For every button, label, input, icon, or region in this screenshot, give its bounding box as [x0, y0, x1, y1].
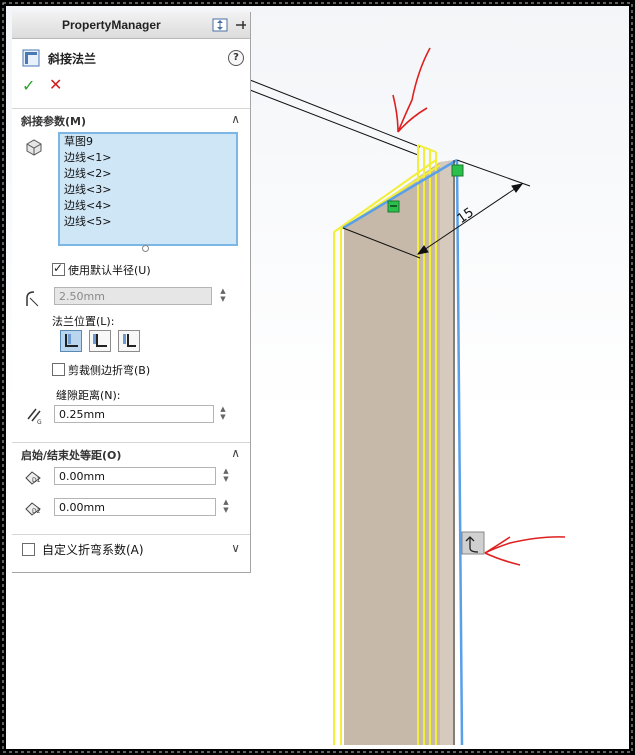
- radius-spinner[interactable]: ▲ ▼: [217, 287, 229, 305]
- gap-distance-spinner[interactable]: ▲ ▼: [217, 405, 229, 423]
- gap-distance-field[interactable]: 0.25mm: [54, 405, 214, 423]
- gap-distance-icon-text: G: [37, 419, 42, 425]
- miter-params-title: 斜接参数(M): [21, 115, 87, 128]
- chevron-down-icon[interactable]: ∨: [231, 541, 240, 555]
- miter-params-header[interactable]: 斜接参数(M) ∧: [12, 108, 250, 131]
- end-offset-icon-text: D2: [32, 508, 41, 515]
- offsets-title: 启始/结束处等距(O): [21, 449, 122, 462]
- flange-position-label: 法兰位置(L):: [52, 315, 115, 328]
- red-arrow-top: [392, 47, 431, 133]
- pm-title: PropertyManager: [62, 18, 161, 32]
- use-default-radius-checkbox[interactable]: [52, 261, 65, 276]
- list-item[interactable]: 边线<4>: [60, 198, 236, 214]
- flange-position-bend-outside[interactable]: [118, 330, 140, 352]
- use-default-radius-label: 使用默认半径(U): [68, 264, 151, 277]
- ok-button[interactable]: ✓: [22, 76, 35, 95]
- start-offset-spinner[interactable]: ▲ ▼: [220, 467, 232, 485]
- list-item[interactable]: 边线<1>: [60, 150, 236, 166]
- custom-bend-header[interactable]: 自定义折弯系数(A) ∨: [12, 534, 250, 563]
- end-offset-icon: D2: [25, 502, 41, 516]
- list-item[interactable]: 边线<3>: [60, 182, 236, 198]
- chevron-up-icon[interactable]: ∧: [231, 446, 240, 460]
- list-resize-handle[interactable]: [142, 245, 149, 252]
- flange-position-material-outside[interactable]: [89, 330, 111, 352]
- flange-callout-icon[interactable]: [461, 531, 485, 555]
- custom-bend-checkbox[interactable]: [22, 543, 35, 556]
- bend-radius-icon: [26, 291, 39, 307]
- edge-selection-icon: [26, 139, 42, 156]
- gap-distance-icon: G: [27, 408, 42, 425]
- bend-outside-icon: [123, 334, 136, 347]
- custom-bend-label: 自定义折弯系数(A): [42, 543, 144, 557]
- collapse-icon[interactable]: [212, 18, 228, 32]
- list-item[interactable]: 草图9: [60, 134, 236, 150]
- edge-selection-list[interactable]: 草图9 边线<1> 边线<2> 边线<3> 边线<4> 边线<5>: [58, 132, 238, 246]
- feature-row: 斜接法兰 ?: [20, 48, 244, 68]
- flange-position-material-inside[interactable]: [60, 330, 82, 352]
- help-icon[interactable]: ?: [228, 50, 244, 66]
- trim-side-bends-checkbox[interactable]: [52, 363, 65, 376]
- feature-name: 斜接法兰: [48, 52, 97, 66]
- pin-icon[interactable]: [234, 18, 248, 32]
- chevron-up-icon[interactable]: ∧: [231, 112, 240, 126]
- handle-green-top[interactable]: [451, 164, 464, 177]
- offsets-header[interactable]: 启始/结束处等距(O) ∧: [12, 442, 250, 465]
- radius-field[interactable]: 2.50mm: [54, 287, 212, 305]
- list-item[interactable]: 边线<5>: [60, 214, 236, 230]
- gap-distance-label: 缝隙距离(N):: [56, 389, 121, 402]
- end-offset-spinner[interactable]: ▲ ▼: [220, 498, 232, 516]
- material-outside-icon: [93, 334, 107, 347]
- property-manager: PropertyManager 斜接法兰 ? ✓ ✕ 斜接参数(M) ∧ 草图9…: [12, 12, 251, 573]
- start-offset-icon-text: D1: [32, 477, 41, 484]
- miter-flange-icon: [22, 49, 40, 67]
- red-arrow-bottom: [484, 536, 566, 566]
- cancel-button[interactable]: ✕: [49, 75, 62, 94]
- start-offset-icon: D1: [25, 471, 41, 485]
- list-item[interactable]: 边线<2>: [60, 166, 236, 182]
- material-inside-icon: [65, 334, 78, 347]
- pm-header: PropertyManager: [12, 12, 250, 39]
- start-offset-field[interactable]: 0.00mm: [54, 467, 216, 485]
- end-offset-field[interactable]: 0.00mm: [54, 498, 216, 516]
- flange-face: [344, 160, 455, 745]
- trim-side-bends-label: 剪裁侧边折弯(B): [68, 364, 151, 377]
